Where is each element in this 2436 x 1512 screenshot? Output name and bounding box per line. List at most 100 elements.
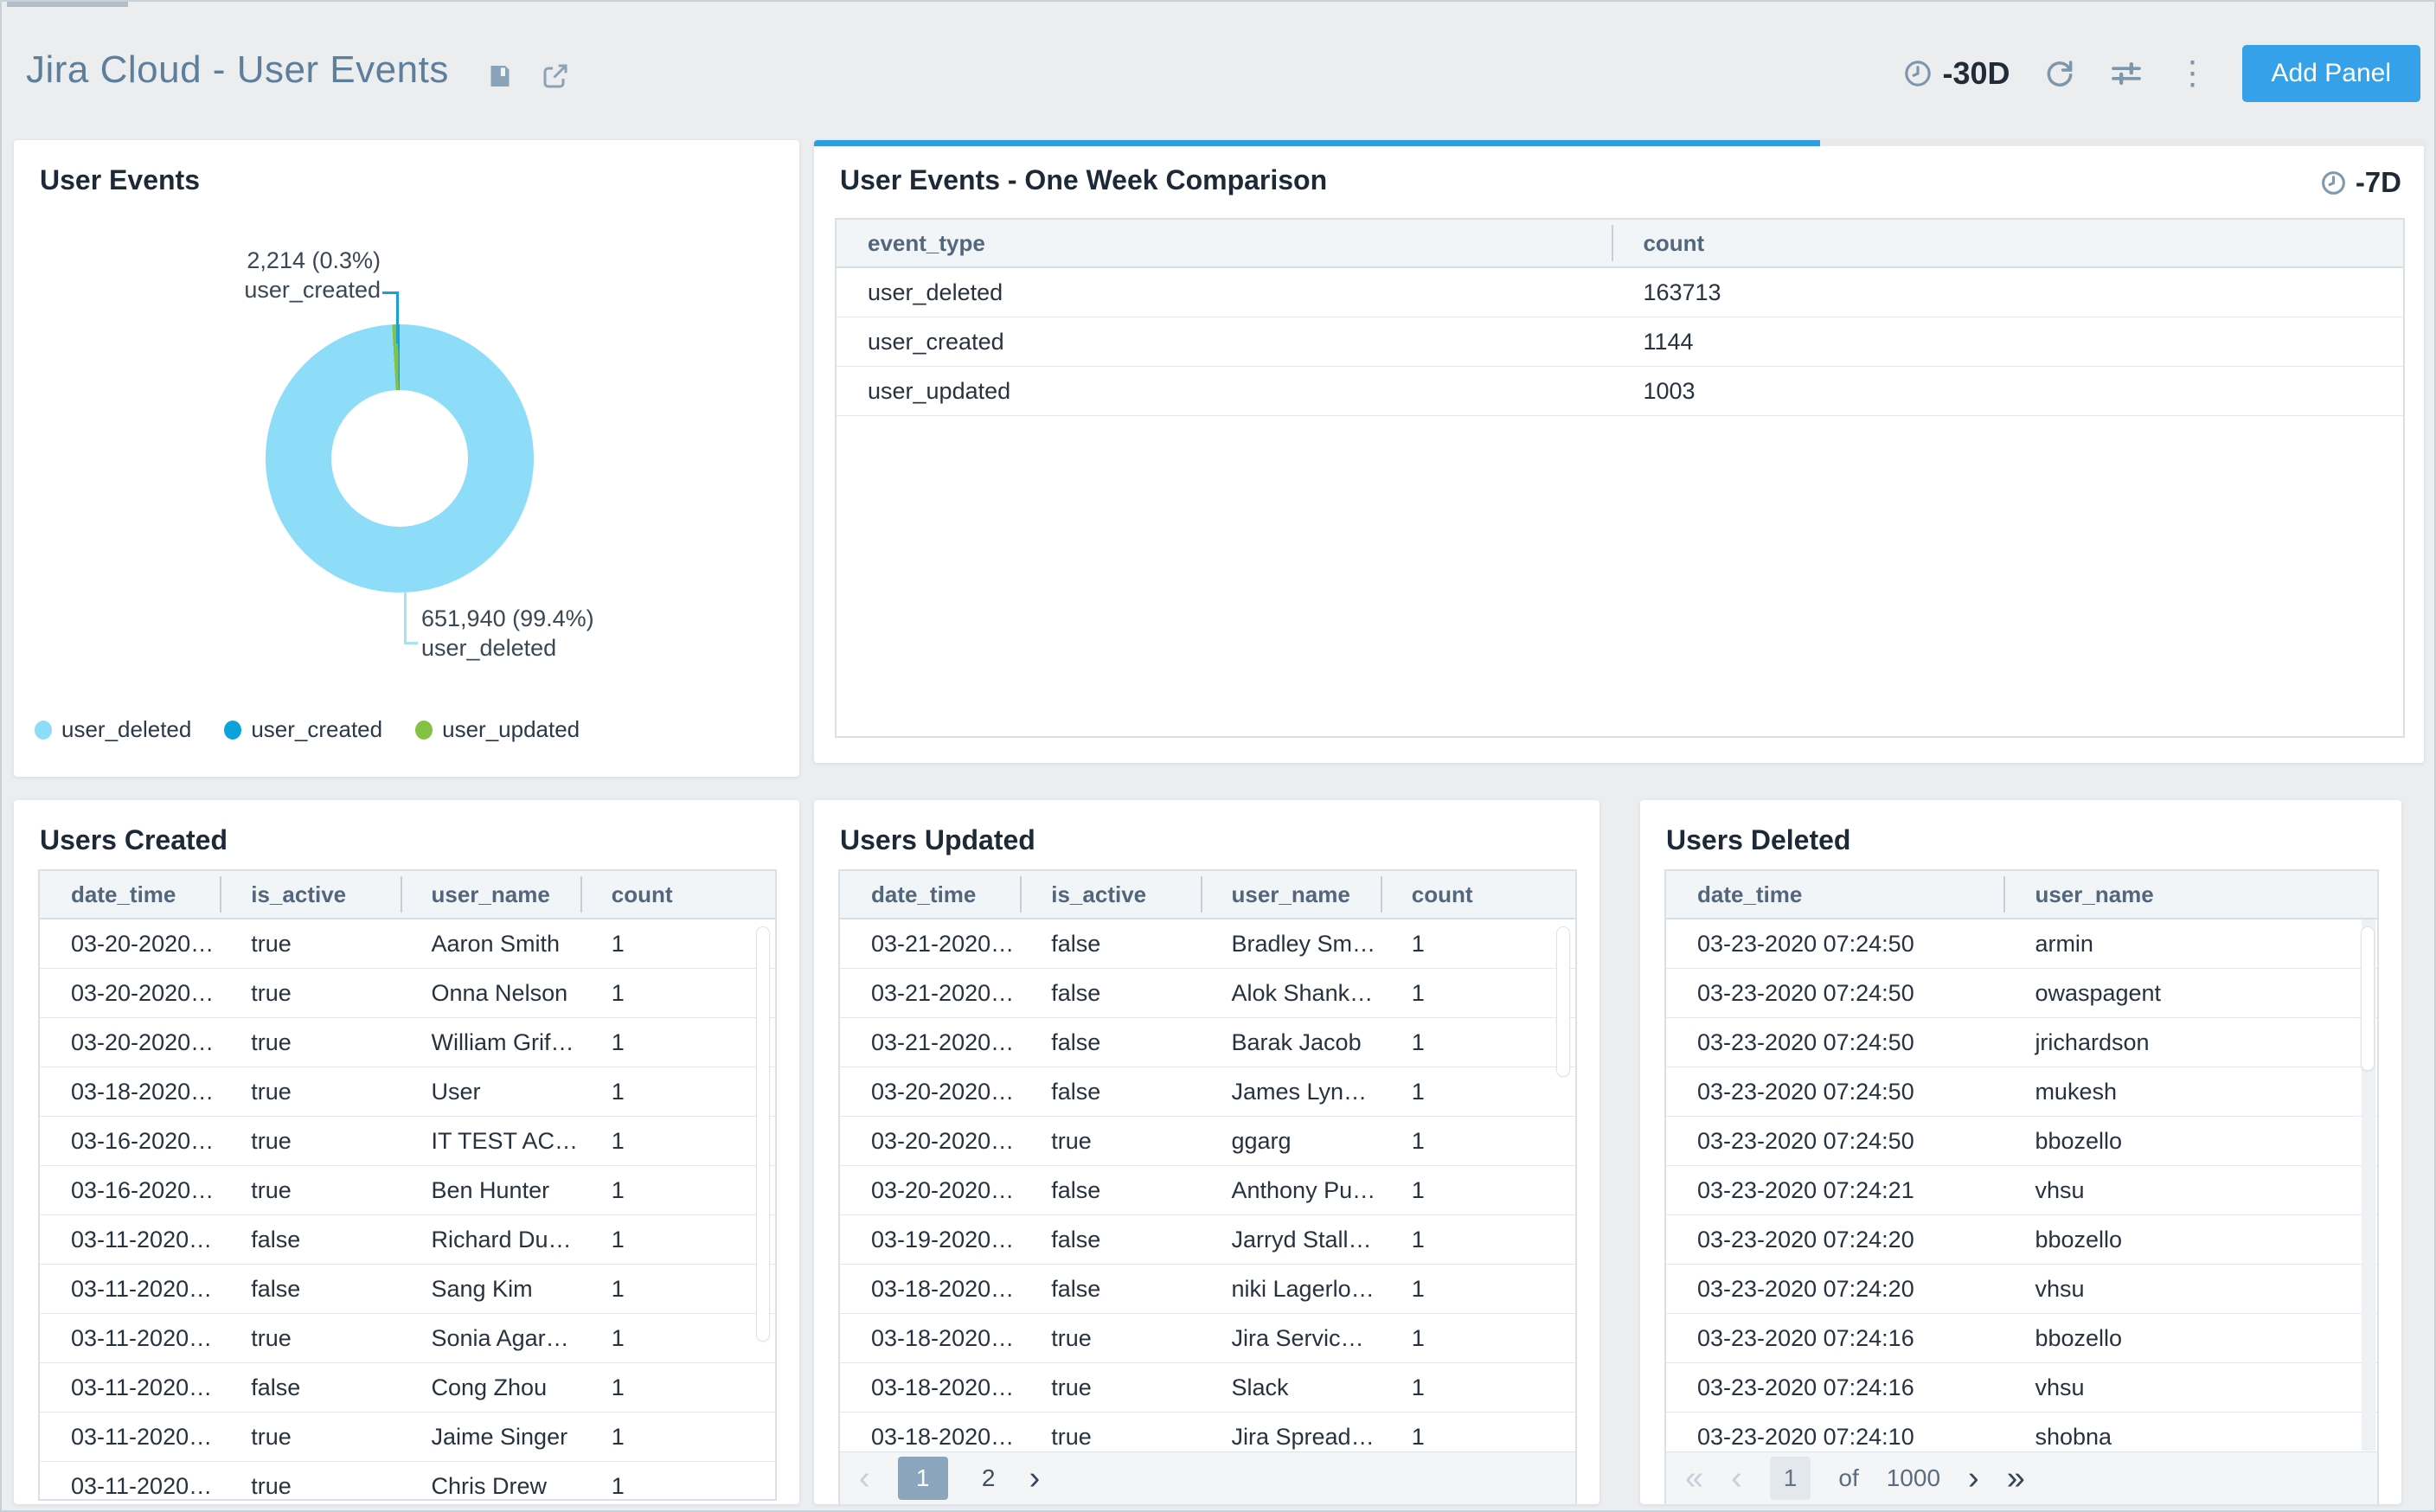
share-icon[interactable] [540, 61, 571, 92]
column-header-is-active[interactable]: is_active [220, 871, 400, 918]
next-page-icon[interactable]: › [1968, 1462, 1979, 1495]
table-cell: 03-23-2020 07:24:16 [1666, 1325, 2003, 1352]
table-cell: 03-21-2020… [840, 931, 1020, 958]
column-header-date-time[interactable]: date_time [1666, 871, 2003, 918]
leader-line [396, 292, 399, 343]
column-header-is-active[interactable]: is_active [1020, 871, 1200, 918]
current-page-box[interactable]: 1 [1770, 1457, 1811, 1500]
refresh-icon[interactable] [2043, 57, 2076, 90]
table-row: 03-11-2020…trueJaime Singer1 [40, 1413, 775, 1462]
column-header-user-name[interactable]: user_name [2003, 871, 2377, 918]
table-cell: 1 [1381, 1128, 1575, 1155]
table-cell: 03-19-2020… [840, 1227, 1020, 1253]
prev-page-icon[interactable]: ‹ [859, 1462, 870, 1495]
prev-page-icon[interactable]: ‹ [1731, 1462, 1742, 1495]
panel-time-range[interactable]: -7D [2320, 166, 2401, 199]
scrollbar-track[interactable] [2362, 919, 2375, 1451]
table-cell: 1 [1381, 931, 1575, 958]
column-header-user-name[interactable]: user_name [401, 871, 580, 918]
legend-item[interactable]: user_deleted [35, 716, 191, 743]
table-row: 03-16-2020…trueBen Hunter1 [40, 1166, 775, 1215]
kebab-menu-icon[interactable]: ⋮ [2176, 57, 2209, 90]
panel-user-events: User Events 2,214 (0.3%) user_created 65… [14, 140, 799, 777]
table-cell: vhsu [2003, 1276, 2377, 1303]
panel-title: Users Updated [840, 824, 1035, 856]
table-cell: 1 [580, 1374, 775, 1401]
filter-settings-icon[interactable] [2109, 56, 2144, 91]
table-row: 03-23-2020 07:24:20vhsu [1666, 1265, 2377, 1314]
table-row: 03-11-2020…trueSonia Agar…1 [40, 1314, 775, 1363]
table-cell: 03-20-2020… [40, 931, 220, 958]
column-header-event-type[interactable]: event_type [837, 220, 1612, 266]
table-cell: true [220, 1128, 400, 1155]
table-body: 03-23-2020 07:24:50armin 03-23-2020 07:24… [1666, 919, 2377, 1451]
table-cell: Barak Jacob [1201, 1029, 1381, 1056]
table-cell: ggarg [1201, 1128, 1381, 1155]
legend-item[interactable]: user_created [224, 716, 382, 743]
table-cell: 03-23-2020 07:24:20 [1666, 1227, 2003, 1253]
clock-icon [2320, 170, 2347, 196]
table-cell: Onna Nelson [401, 980, 580, 1007]
users-created-table: date_time is_active user_name count 03-2… [38, 869, 777, 1501]
leader-line [404, 642, 418, 644]
table-cell: Slack [1201, 1374, 1381, 1401]
column-header-date-time[interactable]: date_time [840, 871, 1020, 918]
scrollbar-thumb[interactable] [756, 926, 770, 1342]
table-cell: true [1020, 1374, 1200, 1401]
table-cell: Sang Kim [401, 1276, 580, 1303]
table-row: 03-23-2020 07:24:50armin [1666, 919, 2377, 969]
page-button-2[interactable]: 2 [976, 1464, 1002, 1492]
table-row: 03-23-2020 07:24:10shobna [1666, 1413, 2377, 1451]
page-button-1[interactable]: 1 [898, 1457, 948, 1500]
donut-chart[interactable] [266, 324, 534, 593]
panel-users-deleted: Users Deleted date_time user_name 03-23-… [1640, 800, 2401, 1504]
time-range-value: -30D [1943, 55, 2010, 92]
table-cell: user_deleted [837, 279, 1612, 306]
table-cell: true [220, 1029, 400, 1056]
table-row: 03-23-2020 07:24:16vhsu [1666, 1363, 2377, 1413]
column-header-user-name[interactable]: user_name [1201, 871, 1381, 918]
column-header-count[interactable]: count [1612, 220, 2403, 266]
dashboard-time-range[interactable]: -30D [1903, 55, 2010, 92]
table-cell: false [1020, 1177, 1200, 1204]
table-cell: 03-18-2020… [840, 1276, 1020, 1303]
table-cell: Jarryd Stall… [1201, 1227, 1381, 1253]
add-panel-button[interactable]: Add Panel [2242, 45, 2420, 102]
table-cell: 03-23-2020 07:24:50 [1666, 1029, 2003, 1056]
table-cell: 03-20-2020… [840, 1079, 1020, 1105]
column-header-date-time[interactable]: date_time [40, 871, 220, 918]
table-cell: true [220, 1177, 400, 1204]
table-cell: User [401, 1079, 580, 1105]
column-header-count[interactable]: count [580, 871, 775, 918]
panel-title: User Events - One Week Comparison [840, 164, 1327, 196]
table-cell: false [1020, 1029, 1200, 1056]
table-cell: IT TEST AC… [401, 1128, 580, 1155]
panel-title: Users Created [40, 824, 228, 856]
table-header: date_time user_name [1666, 871, 2377, 919]
table-body: user_deleted163713user_created1144user_u… [837, 268, 2403, 736]
save-icon[interactable] [484, 61, 516, 92]
table-cell: jrichardson [2003, 1029, 2377, 1056]
table-cell: 03-16-2020… [40, 1177, 220, 1204]
table-cell: 1144 [1612, 329, 2403, 356]
table-cell: niki Lagerlo… [1201, 1276, 1381, 1303]
table-cell: true [1020, 1424, 1200, 1451]
table-cell: 03-11-2020… [40, 1227, 220, 1253]
panel-title: Users Deleted [1666, 824, 1850, 856]
clock-icon [1903, 59, 1933, 88]
table-cell: true [1020, 1325, 1200, 1352]
column-header-count[interactable]: count [1381, 871, 1575, 918]
table-cell: Cong Zhou [401, 1374, 580, 1401]
table-cell: 1 [580, 1473, 775, 1500]
table-cell: false [220, 1374, 400, 1401]
table-cell: 03-18-2020… [840, 1424, 1020, 1451]
table-row: 03-19-2020…falseJarryd Stall…1 [840, 1215, 1575, 1265]
legend-item[interactable]: user_updated [415, 716, 580, 743]
scrollbar-thumb[interactable] [1556, 926, 1570, 1077]
first-page-icon[interactable]: « [1685, 1462, 1703, 1495]
table-cell: true [220, 1424, 400, 1451]
last-page-icon[interactable]: » [2007, 1462, 2025, 1495]
scrollbar-thumb[interactable] [2361, 926, 2375, 1071]
next-page-icon[interactable]: › [1029, 1462, 1041, 1495]
table-cell: James Lyn… [1201, 1079, 1381, 1105]
